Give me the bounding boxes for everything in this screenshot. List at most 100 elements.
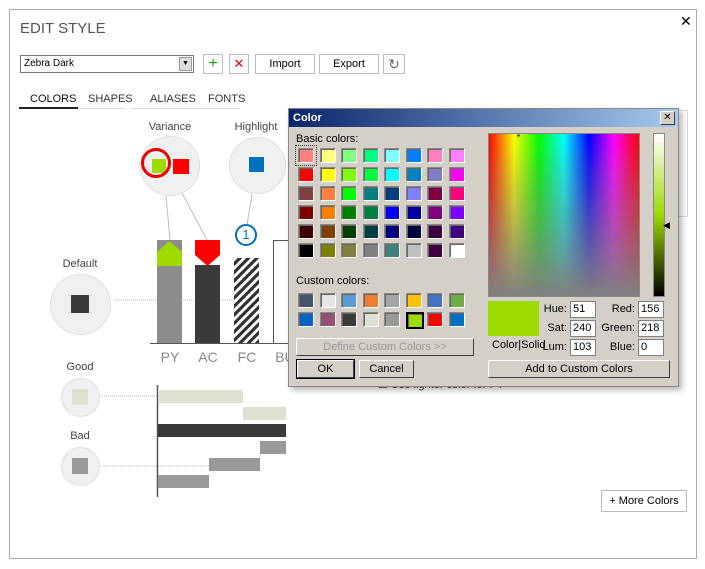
basic-color-swatch[interactable] xyxy=(295,145,317,166)
variance-bad-marker xyxy=(195,240,220,266)
dialog-title-bar: Color ✕ xyxy=(289,109,678,127)
dialog-title: Color xyxy=(293,112,322,124)
blue-input[interactable]: 0 xyxy=(638,339,664,356)
basic-color-swatch[interactable] xyxy=(319,167,336,182)
crosshair-icon[interactable]: ▪ xyxy=(517,132,525,140)
basic-color-swatch[interactable] xyxy=(298,205,314,220)
add-to-custom-colors-button[interactable]: Add to Custom Colors xyxy=(488,360,670,378)
basic-color-swatch[interactable] xyxy=(362,243,379,258)
variance-good-marker xyxy=(157,241,182,266)
basic-color-swatch[interactable] xyxy=(448,224,465,239)
waterfall-bar-good xyxy=(158,390,243,403)
basic-color-swatch[interactable] xyxy=(427,205,443,220)
variance-label: Variance xyxy=(148,121,192,133)
basic-colors-label: Basic colors: xyxy=(296,133,359,145)
custom-color-swatch[interactable] xyxy=(405,293,422,308)
custom-color-swatch[interactable] xyxy=(448,312,465,327)
custom-color-swatch[interactable] xyxy=(298,312,314,327)
luminance-bar[interactable] xyxy=(653,133,665,297)
custom-color-swatch[interactable] xyxy=(384,312,400,327)
basic-color-swatch[interactable] xyxy=(405,148,422,163)
basic-color-swatch[interactable] xyxy=(341,243,357,258)
custom-color-swatch[interactable] xyxy=(298,293,314,308)
hue-input[interactable]: 51 xyxy=(570,301,596,318)
basic-color-swatch[interactable] xyxy=(298,186,314,201)
custom-color-swatch[interactable] xyxy=(362,312,379,327)
waterfall-bar-bad xyxy=(158,475,209,488)
basic-color-swatch[interactable] xyxy=(298,224,314,239)
basic-color-swatch[interactable] xyxy=(298,243,314,258)
basic-color-swatch[interactable] xyxy=(427,186,443,201)
basic-color-swatch[interactable] xyxy=(341,148,357,163)
red-input[interactable]: 156 xyxy=(638,301,664,318)
basic-color-swatch[interactable] xyxy=(362,167,379,182)
custom-colors-label: Custom colors: xyxy=(296,275,370,287)
custom-color-swatch[interactable] xyxy=(362,293,379,308)
basic-color-swatch[interactable] xyxy=(341,205,357,220)
category-label: FC xyxy=(237,349,257,365)
basic-color-swatch[interactable] xyxy=(427,224,443,239)
highlight-marker: 1 xyxy=(235,224,257,246)
basic-color-swatch[interactable] xyxy=(341,186,357,201)
variance-bad-color[interactable] xyxy=(173,159,189,174)
default-color[interactable] xyxy=(71,295,89,313)
custom-color-swatch[interactable] xyxy=(405,312,424,329)
basic-color-swatch[interactable] xyxy=(384,148,400,163)
basic-color-swatch[interactable] xyxy=(427,243,443,258)
basic-color-swatch[interactable] xyxy=(319,205,336,220)
bad-color[interactable] xyxy=(72,458,88,474)
basic-color-swatch[interactable] xyxy=(319,148,336,163)
basic-color-swatch[interactable] xyxy=(319,186,336,201)
good-color[interactable] xyxy=(72,389,88,405)
custom-color-swatch[interactable] xyxy=(384,293,400,308)
basic-color-swatch[interactable] xyxy=(405,186,422,201)
basic-color-swatch[interactable] xyxy=(405,243,422,258)
basic-color-swatch[interactable] xyxy=(362,224,379,239)
basic-color-swatch[interactable] xyxy=(448,243,465,258)
basic-color-swatch[interactable] xyxy=(362,205,379,220)
basic-color-swatch[interactable] xyxy=(384,167,400,182)
basic-color-swatch[interactable] xyxy=(448,148,465,163)
lum-label: Lum: xyxy=(542,341,567,353)
cancel-button[interactable]: Cancel xyxy=(359,360,414,378)
basic-color-swatch[interactable] xyxy=(427,167,443,182)
custom-color-swatch[interactable] xyxy=(448,293,465,308)
luminance-arrow-icon[interactable]: ◀ xyxy=(663,220,670,231)
bar-fc xyxy=(234,258,259,343)
lum-input[interactable]: 103 xyxy=(570,339,596,356)
ok-button[interactable]: OK xyxy=(296,359,355,379)
custom-color-swatch[interactable] xyxy=(427,293,443,308)
custom-color-swatch[interactable] xyxy=(341,293,357,308)
custom-color-swatch[interactable] xyxy=(341,312,357,327)
basic-color-swatch[interactable] xyxy=(384,186,400,201)
highlight-color[interactable] xyxy=(249,157,264,172)
dialog-close-button[interactable]: ✕ xyxy=(660,111,675,125)
basic-color-swatch[interactable] xyxy=(384,224,400,239)
basic-color-swatch[interactable] xyxy=(362,148,379,163)
color-spectrum[interactable] xyxy=(488,133,640,297)
green-input[interactable]: 218 xyxy=(638,320,664,337)
define-custom-colors-button[interactable]: Define Custom Colors >> xyxy=(296,338,474,356)
custom-color-swatch[interactable] xyxy=(319,312,336,327)
basic-color-swatch[interactable] xyxy=(448,205,465,220)
basic-color-swatch[interactable] xyxy=(448,167,465,182)
custom-color-swatch[interactable] xyxy=(427,312,443,327)
basic-color-swatch[interactable] xyxy=(427,148,443,163)
basic-color-swatch[interactable] xyxy=(448,186,465,201)
basic-color-swatch[interactable] xyxy=(319,243,336,258)
basic-color-swatch[interactable] xyxy=(384,205,400,220)
basic-color-swatch[interactable] xyxy=(405,205,422,220)
waterfall-bar-bad xyxy=(209,458,260,471)
basic-color-swatch[interactable] xyxy=(341,224,357,239)
basic-color-swatch[interactable] xyxy=(319,224,336,239)
custom-color-swatch[interactable] xyxy=(319,293,336,308)
basic-color-swatch[interactable] xyxy=(405,167,422,182)
basic-color-swatch[interactable] xyxy=(384,243,400,258)
more-colors-button[interactable]: + More Colors xyxy=(601,490,687,512)
basic-color-swatch[interactable] xyxy=(298,167,314,182)
hue-label: Hue: xyxy=(543,303,567,315)
basic-color-swatch[interactable] xyxy=(405,224,422,239)
sat-input[interactable]: 240 xyxy=(570,320,596,337)
basic-color-swatch[interactable] xyxy=(362,186,379,201)
basic-color-swatch[interactable] xyxy=(341,167,357,182)
